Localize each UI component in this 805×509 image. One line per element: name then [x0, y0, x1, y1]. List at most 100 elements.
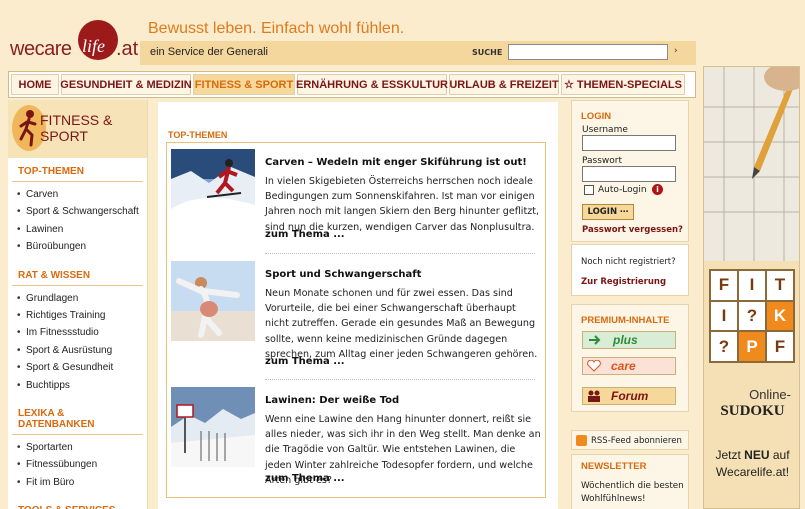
register-panel: Noch nicht registriert? Zur Registrierun… [571, 244, 689, 296]
sidebar-item[interactable]: Buchtipps [8, 377, 147, 394]
password-input[interactable] [582, 166, 676, 182]
article-schwangerschaft: Sport und Schwangerschaft Neun Monate sc… [167, 255, 545, 380]
auto-login-label: Auto-Login [598, 185, 647, 195]
login-heading: LOGIN [581, 111, 612, 122]
right-column: LOGIN Username Passwort Auto-Login i LOG… [571, 100, 691, 509]
sudoku-cell: ? [739, 301, 765, 331]
sudoku-cell: F [767, 332, 793, 361]
ad-new-1: Jetzt [715, 448, 741, 462]
article-title[interactable]: Sport und Schwangerschaft [265, 269, 421, 280]
star-icon: ☆ [564, 79, 574, 91]
premium-plus-label: plus [613, 333, 638, 347]
article-text: In vielen Skigebieten Österreichs herrsc… [265, 176, 540, 233]
search-go-icon[interactable]: › [674, 46, 678, 56]
sidebar-item[interactable]: Richtiges Training [8, 307, 147, 324]
article-title[interactable]: Carven – Wedeln mit enger Skiführung ist… [265, 157, 527, 168]
skier-image[interactable] [171, 149, 255, 229]
premium-panel: PREMIUM-INHALTE plus care Forum [571, 304, 689, 412]
rss-label[interactable]: RSS-Feed abonnieren [591, 436, 682, 446]
premium-forum-label: Forum [611, 389, 649, 403]
section-title: FITNESS & SPORT [40, 112, 130, 144]
section-title-line-1: FITNESS & [40, 112, 113, 128]
info-icon[interactable]: i [652, 184, 663, 195]
sidebar-item[interactable]: Sport & Schwangerschaft [8, 203, 147, 220]
sudoku-cell: T [767, 271, 793, 300]
article-more-link[interactable]: zum Thema ... [265, 473, 345, 484]
top-themen-heading: TOP-THEMEN [168, 130, 228, 140]
sudoku-cell: P [739, 332, 765, 361]
search-label: SUCHE [472, 48, 503, 57]
nav-ernaehrung-esskultur[interactable]: ERNÄHRUNG & ESSKULTUR [296, 74, 448, 95]
nav-fitness-sport[interactable]: FITNESS & SPORT [193, 74, 295, 95]
service-bar: ein Service der Generali SUCHE › [140, 41, 696, 65]
article-divider [265, 253, 535, 254]
article-lawinen: Lawinen: Der weiße Tod Wenn eine Lawine … [167, 381, 545, 497]
register-link[interactable]: Zur Registrierung [581, 277, 666, 287]
people-icon [588, 390, 600, 402]
sidebar-item[interactable]: Carven [8, 186, 147, 203]
newsletter-text: Wöchentlich die besten Wohlfühlnews! [581, 481, 684, 504]
login-button[interactable]: LOGIN ⋯ [582, 204, 634, 220]
auto-login-checkbox[interactable] [584, 185, 594, 195]
sidebar-item[interactable]: Grundlagen [8, 290, 147, 307]
sidebar-item[interactable]: Büroübungen [8, 238, 147, 255]
nav-themen-specials-label: THEMEN-SPECIALS [576, 78, 682, 91]
sidebar-list-top-themen: Carven Sport & Schwangerschaft Lawinen B… [8, 182, 147, 262]
sidebar-heading-rat-wissen[interactable]: RAT & WISSEN [12, 262, 143, 286]
not-registered-text: Noch nicht registriert? [581, 257, 676, 267]
article-more-link[interactable]: zum Thema ... [265, 356, 345, 367]
pregnant-woman-image[interactable] [171, 261, 255, 341]
article-more-link[interactable]: zum Thema ... [265, 229, 345, 240]
nav-home[interactable]: HOME [11, 74, 59, 95]
avalanche-image[interactable] [171, 387, 255, 467]
ad-new-4: Wecarelife.at! [715, 465, 790, 479]
username-input[interactable] [582, 135, 676, 151]
header: wecare life .at Bewusst leben. Einfach w… [0, 0, 700, 66]
main-content: TOP-THEMEN Carven – Wedeln mit enger Ski… [158, 102, 558, 509]
premium-care-button[interactable]: care [582, 357, 676, 375]
article-title[interactable]: Lawinen: Der weiße Tod [265, 395, 399, 406]
sidebar-list-rat-wissen: Grundlagen Richtiges Training Im Fitness… [8, 286, 147, 400]
search-input[interactable] [508, 44, 668, 60]
sidebar-item[interactable]: Sport & Gesundheit [8, 359, 147, 376]
logo-we: wecare [10, 38, 72, 60]
main-nav: HOME GESUNDHEIT & MEDIZIN FITNESS & SPOR… [8, 71, 696, 98]
login-panel: LOGIN Username Passwort Auto-Login i LOG… [571, 100, 689, 242]
password-label: Passwort [582, 156, 623, 166]
article-carven: Carven – Wedeln mit enger Skiführung ist… [167, 143, 545, 259]
nav-themen-specials[interactable]: ☆ THEMEN-SPECIALS [561, 74, 685, 95]
plus-arrow-icon [589, 335, 601, 345]
sidebar-item[interactable]: Sportarten [8, 439, 147, 456]
service-text: ein Service der Generali [150, 46, 269, 58]
forgot-password-link[interactable]: Passwort vergessen? [582, 225, 683, 235]
sudoku-pencil-image [704, 67, 799, 261]
sidebar-item[interactable]: Lawinen [8, 221, 147, 238]
nav-urlaub-freizeit[interactable]: URLAUB & FREIZEIT [449, 74, 559, 95]
sidebar-item[interactable]: Fit im Büro [8, 474, 147, 491]
section-badge: FITNESS & SPORT [8, 100, 147, 158]
sidebar-heading-lexika[interactable]: LEXIKA & DATENBANKEN [12, 400, 143, 435]
sidebar-heading-top-themen[interactable]: TOP-THEMEN [12, 158, 143, 182]
ad-new-text: Jetzt NEU auf Wecarelife.at! [706, 447, 799, 481]
premium-forum-button[interactable]: Forum [582, 387, 676, 405]
sudoku-ad[interactable]: F I T I ? K ? P F Online- SUDOKU Jetzt N… [703, 66, 800, 509]
ad-sudoku-text: SUDOKU [720, 403, 785, 419]
sudoku-grid: F I T I ? K ? P F [709, 269, 795, 363]
premium-plus-button[interactable]: plus [582, 331, 676, 349]
rss-icon [576, 435, 587, 446]
sudoku-cell: F [711, 271, 737, 300]
nav-gesundheit-medizin[interactable]: GESUNDHEIT & MEDIZIN [60, 74, 192, 95]
sidebar-item[interactable]: Im Fitnessstudio [8, 324, 147, 341]
sudoku-cell: ? [711, 332, 737, 361]
sidebar-item[interactable]: Sport & Ausrüstung [8, 342, 147, 359]
rss-panel[interactable]: RSS-Feed abonnieren [571, 430, 689, 450]
article-list: Carven – Wedeln mit enger Skiführung ist… [166, 142, 546, 498]
ad-new-3: auf [772, 448, 790, 462]
article-text: Neun Monate schonen und für zwei essen. … [265, 288, 538, 360]
newsletter-heading: NEWSLETTER [581, 461, 647, 472]
ad-new-2: NEU [744, 448, 770, 462]
sidebar-item[interactable]: Fitnessübungen [8, 456, 147, 473]
logo[interactable]: wecare life .at [8, 10, 138, 62]
sidebar-heading-tools[interactable]: TOOLS & SERVICES [12, 497, 143, 509]
newsletter-panel: NEWSLETTER Wöchentlich die besten Wohlfü… [571, 454, 689, 509]
